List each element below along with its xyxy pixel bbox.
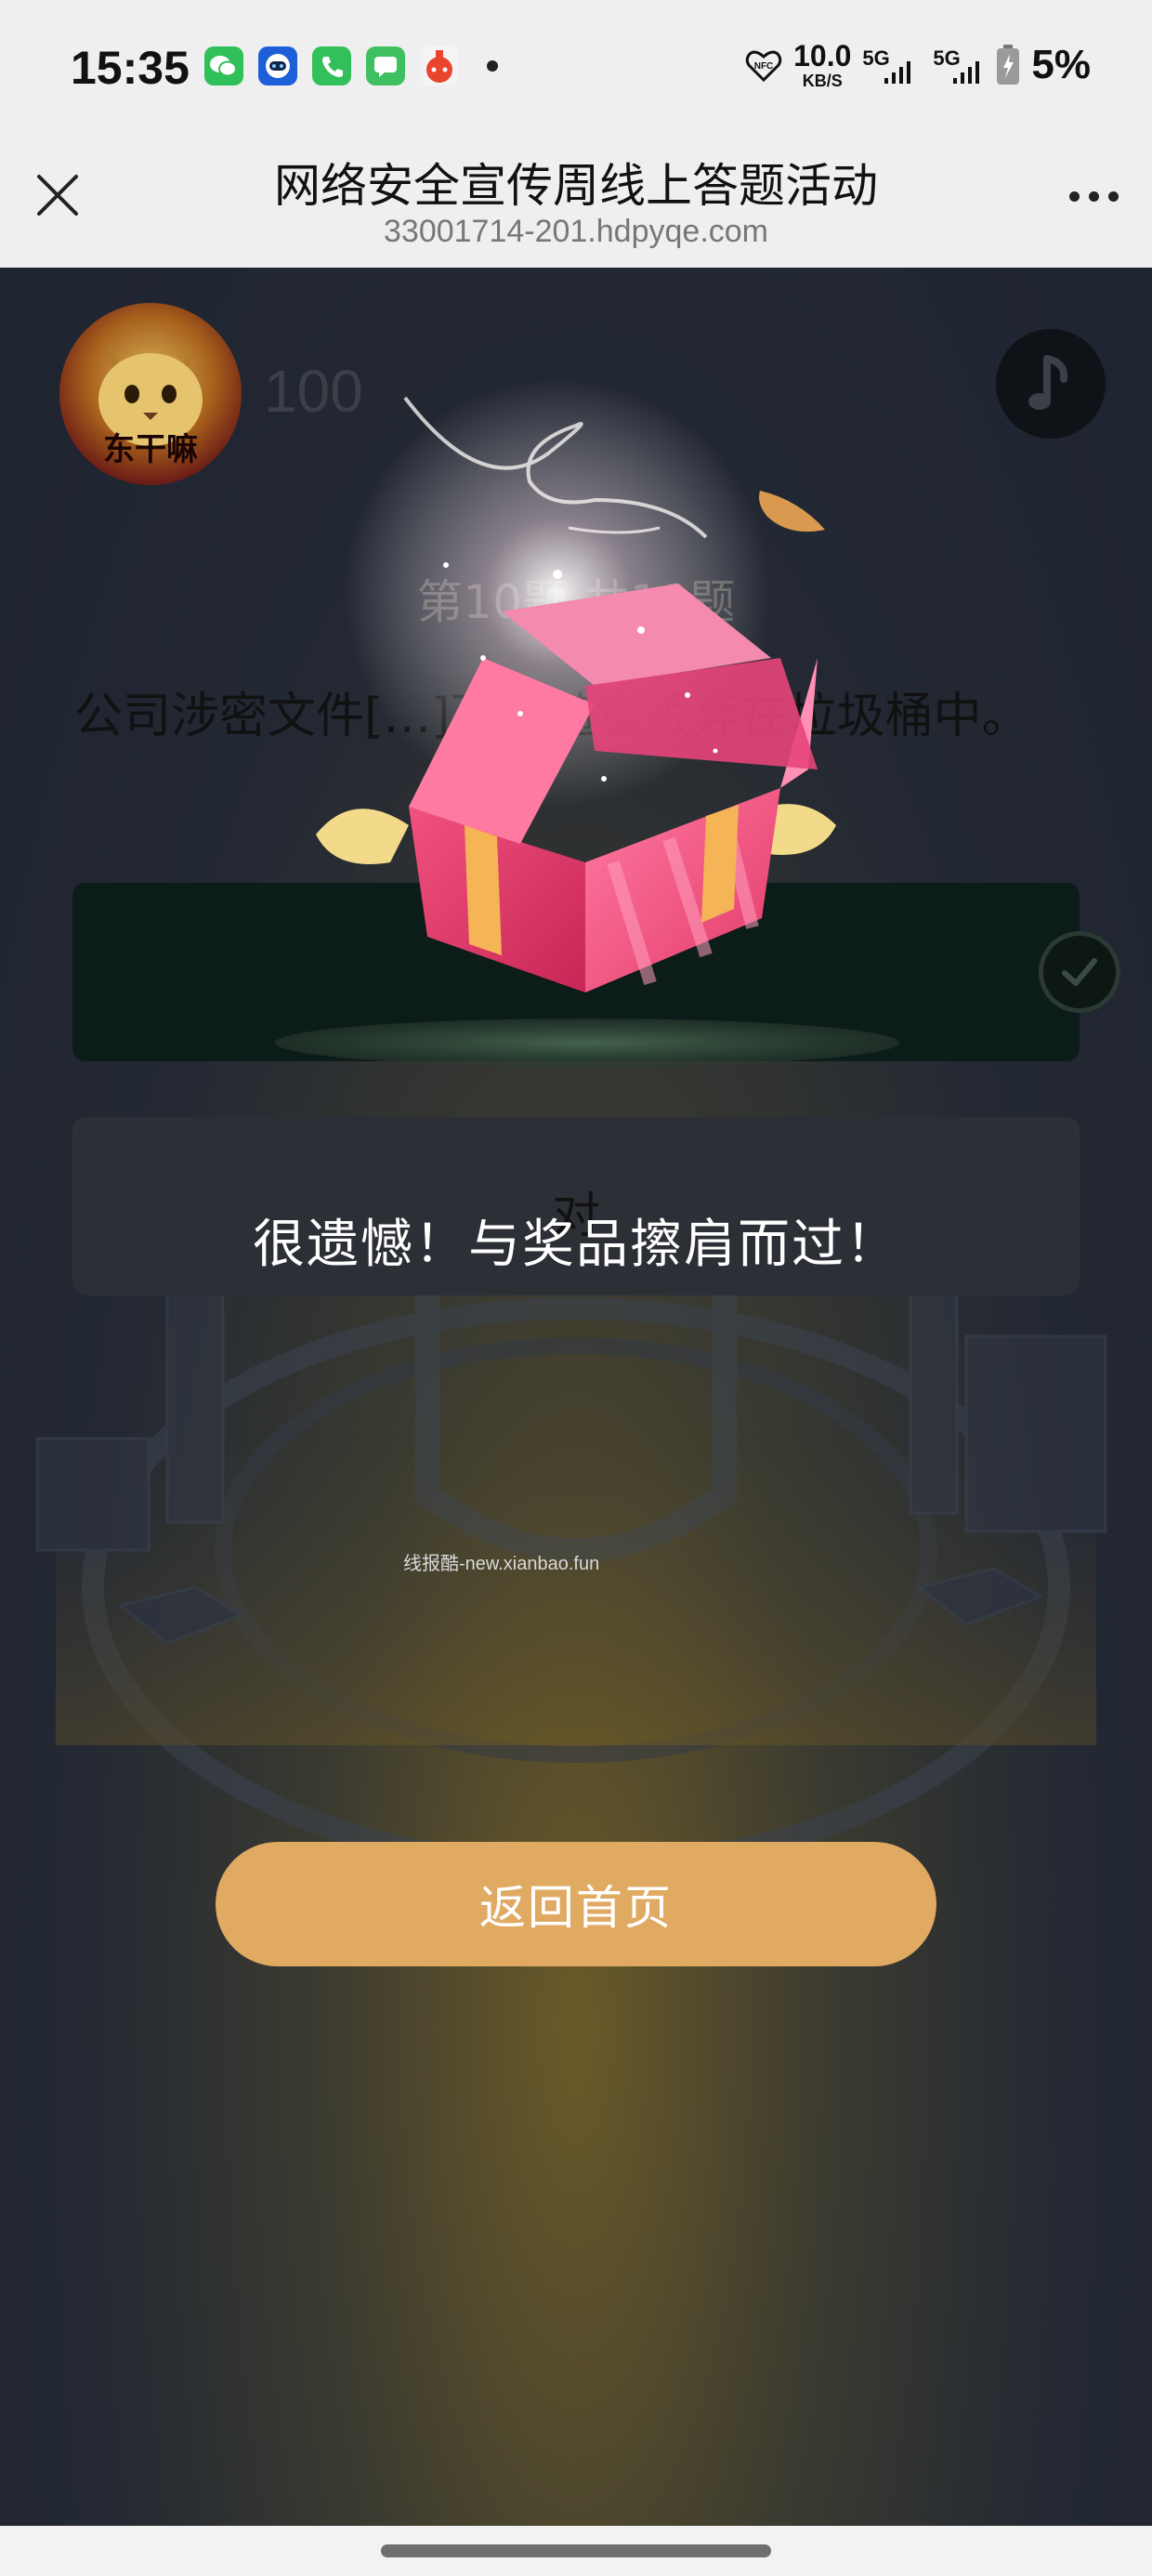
network-speed: 10.0 KB/S bbox=[793, 41, 851, 89]
more-options-button[interactable] bbox=[1069, 191, 1119, 202]
nfc-icon: NFC bbox=[745, 50, 782, 83]
bot-icon bbox=[258, 46, 297, 85]
result-message: 很遗憾！与奖品擦肩而过！ bbox=[253, 1215, 899, 1275]
status-bar: 15:35 NFC 10.0 KB/S 5G 5G 5% bbox=[0, 0, 1152, 130]
game-icon bbox=[420, 46, 459, 85]
page-url: 33001714-201.hdpyqe.com bbox=[384, 214, 768, 249]
more-notifications-dot bbox=[487, 60, 498, 72]
speed-unit: KB/S bbox=[802, 72, 843, 90]
return-home-button[interactable]: 返回首页 bbox=[216, 1842, 936, 1966]
gift-box-illustration bbox=[275, 379, 899, 1067]
webview-title-bar: 网络安全宣传周线上答题活动 33001714-201.hdpyqe.com bbox=[0, 130, 1152, 268]
signal-sim1: 5G bbox=[862, 46, 914, 84]
phone-icon bbox=[312, 46, 351, 85]
more-dot-icon bbox=[1089, 191, 1099, 202]
leaf-icon bbox=[759, 491, 825, 532]
status-time: 15:35 bbox=[71, 42, 190, 94]
system-navigation-bar bbox=[0, 2526, 1152, 2576]
speed-value: 10.0 bbox=[793, 39, 852, 72]
more-dot-icon bbox=[1069, 191, 1080, 202]
signal-bars-icon bbox=[953, 61, 980, 84]
result-popup: 很遗憾！与奖品擦肩而过！ 线报酷-new.xianbao.fun 返回首页 bbox=[0, 268, 1152, 2526]
home-indicator[interactable] bbox=[381, 2544, 771, 2557]
svg-text:NFC: NFC bbox=[754, 61, 774, 72]
battery-percentage: 5% bbox=[1031, 42, 1091, 87]
status-indicators: NFC 10.0 KB/S 5G 5G 5% bbox=[745, 41, 1091, 89]
battery-charging-icon bbox=[997, 45, 1020, 85]
watermark-text: 线报酷-new.xianbao.fun bbox=[403, 1554, 600, 1574]
notification-icons bbox=[204, 46, 498, 85]
signal-sim2: 5G bbox=[925, 46, 985, 84]
page-title: 网络安全宣传周线上答题活动 bbox=[274, 159, 878, 213]
wechat-icon bbox=[204, 46, 243, 85]
messages-icon bbox=[366, 46, 405, 85]
more-dot-icon bbox=[1108, 191, 1119, 202]
signal-bars-icon bbox=[884, 61, 911, 84]
